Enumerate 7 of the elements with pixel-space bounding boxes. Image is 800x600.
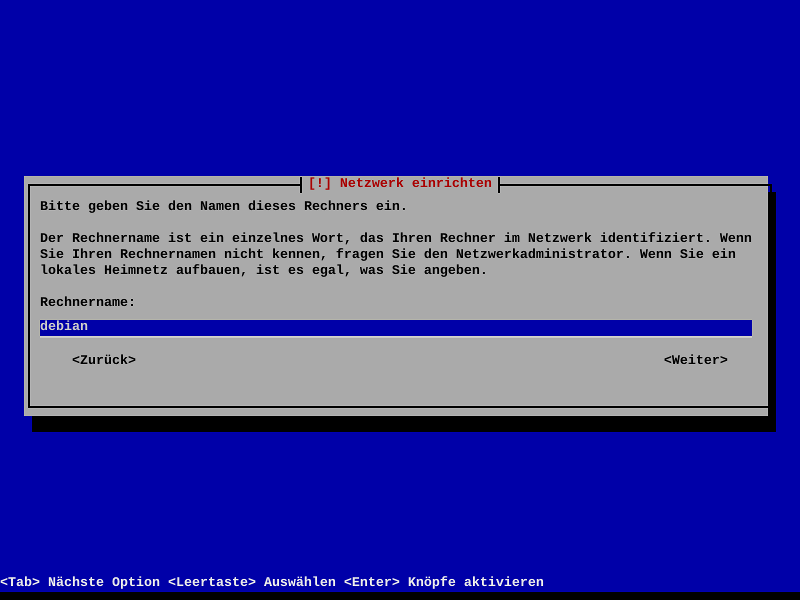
prompt-text: Bitte geben Sie den Namen dieses Rechners ein.: [40, 200, 409, 216]
field-label: Rechnername:: [40, 296, 137, 312]
nav-button[interactable]: <Weiter>: [664, 354, 728, 370]
dialog-title: [!] Netzwerk einrichten: [300, 177, 500, 193]
nav-button[interactable]: <Zurück>: [72, 354, 136, 370]
hostname-field[interactable]: debian: [40, 320, 752, 338]
description-text: Der Rechnername ist ein einzelnes Wort, das Ihren Rechner im Netzwerk identifiziert. Wenn Sie Ihren Rechnernamen nicht kennen, fragen Sie den Netzwerkadministrator. Wenn Sie ein lokales Heimnetz aufbauen, ist es egal, was Sie angeben.: [40, 232, 753, 280]
